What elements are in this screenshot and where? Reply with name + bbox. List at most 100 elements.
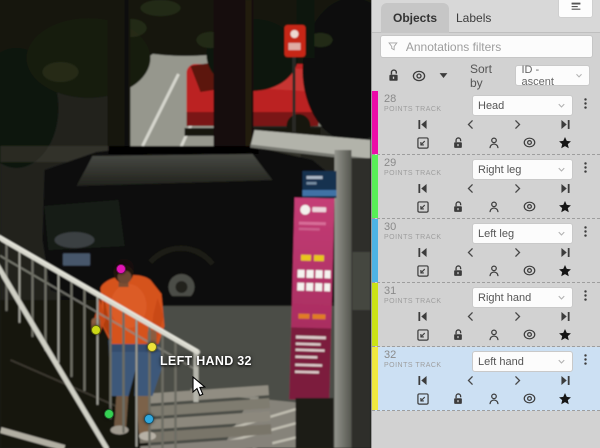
hide-button[interactable] [522,327,537,342]
annotation-canvas[interactable]: LEFT HAND 32 [0,0,371,448]
keypoint-right-hand[interactable] [91,325,101,335]
last-keyframe-button[interactable] [559,374,572,387]
object-row[interactable]: 29 POINTS TRACK Right leg [372,155,600,219]
objects-sidebar: Objects Labels Sort by ID - ascent [371,0,600,448]
outside-frame-icon [416,136,430,150]
first-keyframe-icon [416,374,429,387]
occluded-button[interactable] [487,392,501,406]
person-icon [487,264,501,278]
mouse-cursor [192,376,206,397]
keyframe-button[interactable] [558,264,572,278]
lock-button[interactable] [451,200,465,214]
appearance-menu-button[interactable] [558,0,593,18]
annotations-filter-box[interactable] [380,35,593,58]
eye-icon [522,391,537,406]
switch-outside-button[interactable] [416,328,430,342]
lock-button[interactable] [451,136,465,150]
lock-all-button[interactable] [386,68,401,83]
video-frame-image [0,0,371,448]
object-type: POINTS TRACK [384,234,472,241]
previous-keyframe-button[interactable] [464,374,477,387]
object-label-select[interactable]: Left hand [472,351,573,372]
lock-button[interactable] [451,264,465,278]
chevron-down-icon [556,100,567,111]
first-keyframe-button[interactable] [416,310,429,323]
switch-outside-button[interactable] [416,136,430,150]
last-keyframe-button[interactable] [559,246,572,259]
annotations-filter-input[interactable] [404,39,586,55]
first-keyframe-button[interactable] [416,374,429,387]
hide-all-button[interactable] [411,68,427,84]
object-actions-menu-button[interactable] [573,158,594,175]
eye-icon [522,199,537,214]
object-actions-menu-button[interactable] [573,94,594,111]
outside-frame-icon [416,200,430,214]
object-row[interactable]: 28 POINTS TRACK Head [372,91,600,155]
hide-button[interactable] [522,263,537,278]
previous-keyframe-button[interactable] [464,246,477,259]
lock-icon [451,392,465,406]
object-actions-menu-button[interactable] [573,222,594,239]
occluded-button[interactable] [487,328,501,342]
lock-button[interactable] [451,392,465,406]
keypoint-left-hand[interactable] [147,342,157,352]
object-label-select[interactable]: Head [472,95,573,116]
sort-order-select[interactable]: ID - ascent [515,65,590,86]
person-icon [487,136,501,150]
keyframe-button[interactable] [558,200,572,214]
hide-button[interactable] [522,135,537,150]
object-color-bar [372,155,378,218]
list-toolbar: Sort by ID - ascent [372,62,600,89]
previous-keyframe-button[interactable] [464,182,477,195]
hide-button[interactable] [522,199,537,214]
occluded-button[interactable] [487,264,501,278]
occluded-button[interactable] [487,200,501,214]
next-keyframe-button[interactable] [511,310,524,323]
keyframe-button[interactable] [558,328,572,342]
eye-icon [411,68,427,84]
keyframe-button[interactable] [558,136,572,150]
last-keyframe-button[interactable] [559,182,572,195]
occluded-button[interactable] [487,136,501,150]
next-keyframe-icon [511,310,524,323]
keypoint-head[interactable] [116,264,126,274]
next-keyframe-button[interactable] [511,118,524,131]
expand-all-button[interactable] [437,69,450,82]
first-keyframe-icon [416,118,429,131]
object-row[interactable]: 30 POINTS TRACK Left leg [372,219,600,283]
next-keyframe-button[interactable] [511,182,524,195]
previous-keyframe-icon [464,374,477,387]
switch-outside-button[interactable] [416,392,430,406]
object-row[interactable]: 32 POINTS TRACK Left hand [372,347,600,411]
keypoint-left-leg[interactable] [144,414,154,424]
keyframe-button[interactable] [558,392,572,406]
object-row[interactable]: 31 POINTS TRACK Right hand [372,283,600,347]
ellipsis-vertical-icon [579,288,592,303]
first-keyframe-button[interactable] [416,118,429,131]
object-actions-menu-button[interactable] [573,286,594,303]
next-keyframe-button[interactable] [511,246,524,259]
hide-button[interactable] [522,391,537,406]
object-label-select[interactable]: Right leg [472,159,573,180]
chevron-down-icon [556,292,567,303]
keypoint-right-leg[interactable] [104,409,114,419]
lock-icon [451,264,465,278]
last-keyframe-button[interactable] [559,310,572,323]
next-keyframe-button[interactable] [511,374,524,387]
object-id-block: 29 POINTS TRACK [384,158,472,177]
outside-frame-icon [416,392,430,406]
lock-button[interactable] [451,328,465,342]
last-keyframe-button[interactable] [559,118,572,131]
objects-list: 28 POINTS TRACK Head [372,91,600,448]
tab-labels[interactable]: Labels [444,3,503,33]
first-keyframe-button[interactable] [416,182,429,195]
switch-outside-button[interactable] [416,200,430,214]
first-keyframe-button[interactable] [416,246,429,259]
object-actions-menu-button[interactable] [573,350,594,367]
previous-keyframe-button[interactable] [464,310,477,323]
tab-objects[interactable]: Objects [381,3,449,33]
object-label-select[interactable]: Right hand [472,287,573,308]
object-label-select[interactable]: Left leg [472,223,573,244]
previous-keyframe-button[interactable] [464,118,477,131]
switch-outside-button[interactable] [416,264,430,278]
